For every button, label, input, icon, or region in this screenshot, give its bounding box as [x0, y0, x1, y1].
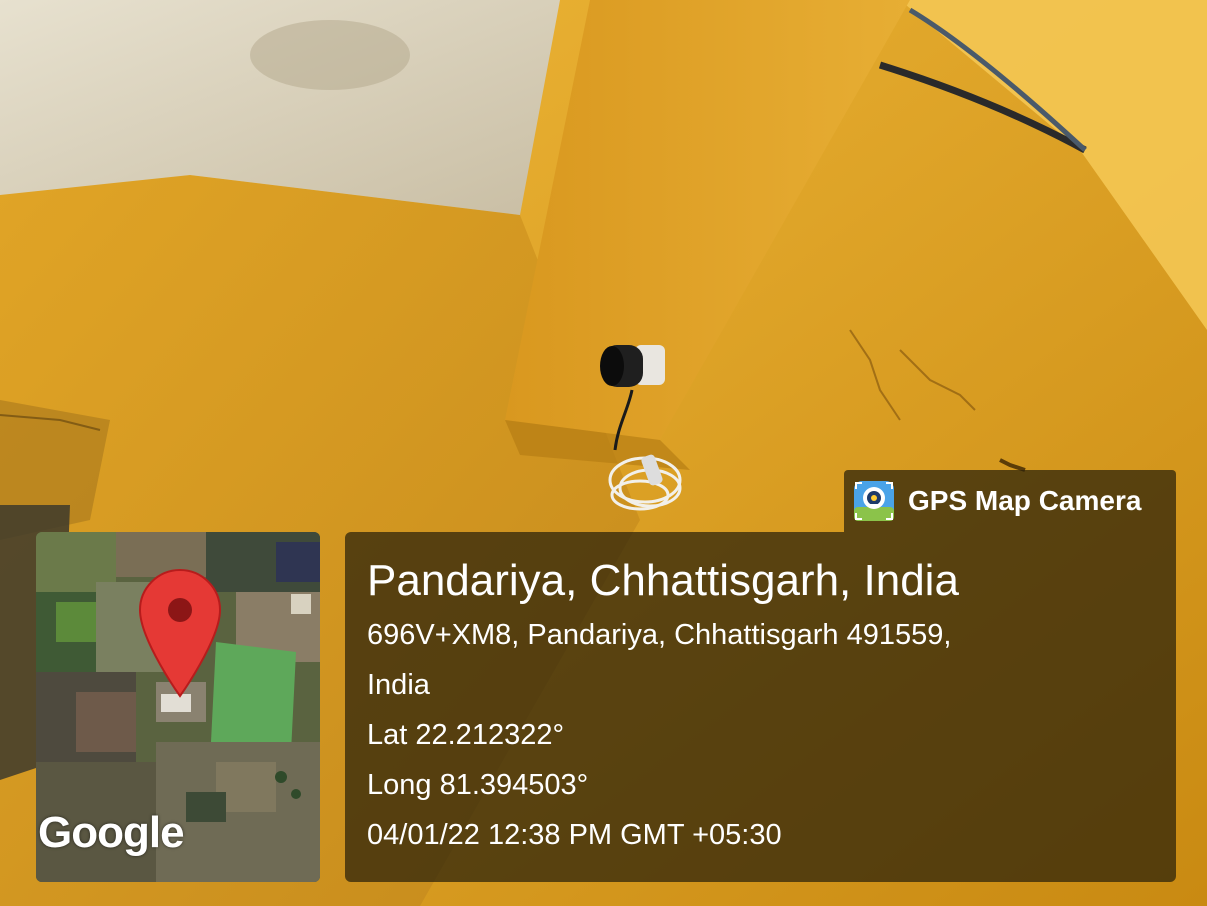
map-pin-icon [138, 568, 222, 698]
app-name: GPS Map Camera [908, 485, 1142, 516]
map-thumbnail[interactable]: Google [36, 532, 320, 882]
place-name: Pandariya, Chhattisgarh, India [367, 556, 959, 605]
latitude: Lat 22.212322° [367, 719, 565, 751]
datetime: 04/01/22 12:38 PM GMT +05:30 [367, 819, 782, 851]
gps-map-camera-logo-icon [854, 481, 894, 521]
address-line-2: India [367, 669, 430, 701]
app-badge: GPS Map Camera [844, 470, 1176, 532]
google-logo: Google [38, 808, 185, 857]
location-info-panel: Pandariya, Chhattisgarh, India 696V+XM8,… [345, 532, 1176, 882]
address-line-1: 696V+XM8, Pandariya, Chhattisgarh 491559… [367, 619, 952, 651]
longitude: Long 81.394503° [367, 769, 589, 801]
